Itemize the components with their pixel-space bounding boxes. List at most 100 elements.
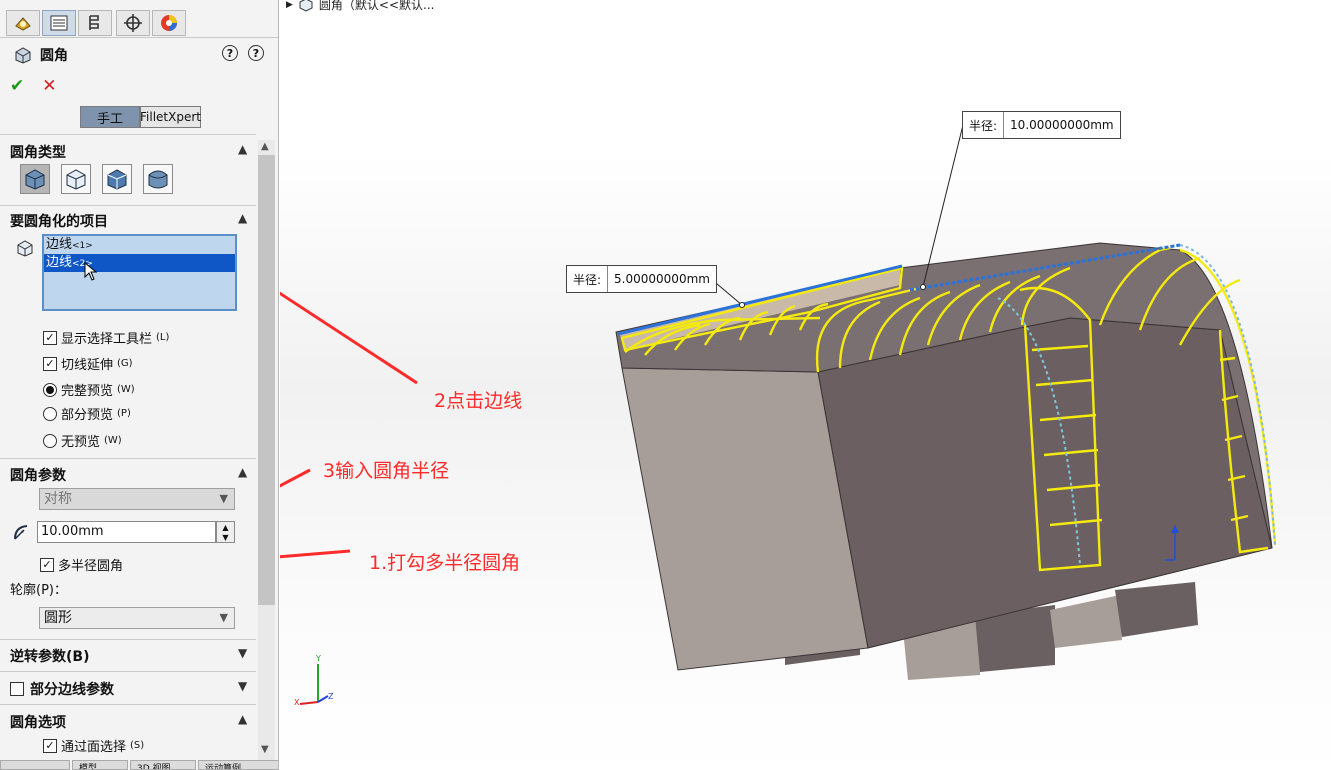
help-icons: ? ? <box>222 45 264 61</box>
help-icon[interactable]: ? <box>248 45 264 61</box>
option-shortcut: (G) <box>117 358 133 369</box>
combo-value: 圆形 <box>44 610 72 626</box>
cancel-x-icon[interactable]: ✕ <box>42 76 56 96</box>
multi-radius-option[interactable]: ✓ 多半径圆角 <box>40 555 123 574</box>
detailed-help-icon[interactable]: ? <box>222 45 238 61</box>
variable-size-fillet-button[interactable] <box>61 164 91 194</box>
section-divider <box>0 134 256 135</box>
chevron-up-icon[interactable]: ▲ <box>238 142 247 156</box>
checkbox-checked-icon[interactable]: ✓ <box>43 330 57 345</box>
scroll-up-icon[interactable]: ▲ <box>261 141 269 152</box>
option-label: 显示选择工具栏 <box>61 332 153 347</box>
radius-input[interactable]: 10.00mm <box>37 521 216 543</box>
chevron-up-icon[interactable]: ▲ <box>238 465 247 479</box>
option-label: 多半径圆角 <box>58 559 124 574</box>
chevron-down-icon: ▼ <box>219 492 228 505</box>
radius-callout-5mm[interactable]: 半径: 5.00000000mm <box>566 265 717 293</box>
constant-fillet-icon <box>25 169 45 190</box>
reverse-parameters-header[interactable]: 逆转参数(B) <box>10 646 89 666</box>
checkbox-checked-icon[interactable]: ✓ <box>40 557 54 572</box>
annotation-step-1: 1.打勾多半径圆角 <box>369 552 521 574</box>
chevron-up-icon[interactable]: ▲ <box>238 712 247 726</box>
partial-edge-params-row[interactable]: 部分边线参数 <box>10 679 114 699</box>
fillet-mode-switch: 手工 FilletXpert <box>80 106 201 128</box>
crosshair-icon <box>124 14 142 32</box>
manager-tabs <box>0 8 278 38</box>
edge-label: 边线 <box>46 255 73 270</box>
configuration-icon <box>89 15 99 30</box>
chevron-down-icon[interactable]: ▼ <box>238 679 247 693</box>
option-label: 部分预览 <box>61 408 114 423</box>
radio-selected-icon[interactable] <box>43 382 57 397</box>
configuration-manager-tab[interactable] <box>78 10 112 36</box>
items-to-fillet-header[interactable]: 要圆角化的项目 <box>10 211 108 231</box>
full-round-fillet-icon <box>148 170 168 189</box>
appearance-pie-icon <box>161 15 177 31</box>
radio-unselected-icon[interactable] <box>43 406 57 421</box>
no-preview-option[interactable]: 无预览 (W) <box>43 431 122 450</box>
list-item[interactable]: 边线<1> <box>44 236 235 254</box>
tab-motion-study[interactable]: 运动算例 <box>198 760 278 770</box>
partial-edge-params-header: 部分边线参数 <box>30 682 114 698</box>
scroll-down-icon[interactable]: ▼ <box>261 744 269 755</box>
spin-down-icon[interactable]: ▼ <box>222 533 228 542</box>
constant-size-fillet-button[interactable] <box>20 164 50 194</box>
select-through-faces-option[interactable]: ✓ 通过面选择 (S) <box>43 736 144 755</box>
tab-model[interactable]: 模型 <box>72 760 128 770</box>
graphics-viewport[interactable]: ▶ 圆角（默认<<默认... 半径: 10.00000000mm 半径: 5.0… <box>280 0 1331 770</box>
triad-y-label: Y <box>316 654 321 663</box>
chevron-up-icon[interactable]: ▲ <box>238 211 247 225</box>
feature-manager-tab[interactable] <box>6 10 40 36</box>
feature-tree-icon <box>15 17 31 31</box>
fillet-type-header[interactable]: 圆角类型 <box>10 142 66 162</box>
callout-anchor <box>920 284 926 290</box>
full-preview-option[interactable]: 完整预览 (W) <box>43 380 135 399</box>
triad-x-label: X <box>294 698 300 707</box>
display-manager-tab[interactable] <box>152 10 186 36</box>
show-selection-toolbar-option[interactable]: ✓ 显示选择工具栏 (L) <box>43 328 169 347</box>
callout-value[interactable]: 10.00000000mm <box>1004 112 1120 138</box>
ok-cancel-row: ✔ ✕ <box>10 76 57 96</box>
checkbox-checked-icon[interactable]: ✓ <box>43 356 57 371</box>
radio-unselected-icon[interactable] <box>43 433 57 448</box>
chevron-down-icon[interactable]: ▼ <box>238 646 247 660</box>
bottom-block <box>1050 595 1122 648</box>
section-divider <box>0 671 256 672</box>
manual-mode-button[interactable]: 手工 <box>80 106 140 128</box>
tab-3d-views[interactable]: 3D 视图 <box>130 760 196 770</box>
tab-blank[interactable] <box>0 760 70 770</box>
option-shortcut: (P) <box>117 408 131 419</box>
symmetric-combo[interactable]: 对称 ▼ <box>39 488 235 510</box>
full-round-fillet-button[interactable] <box>143 164 173 194</box>
radius-value: 10.00mm <box>41 524 104 539</box>
checkbox-unchecked-icon[interactable] <box>10 682 24 696</box>
property-manager-tab[interactable] <box>42 10 76 36</box>
spin-up-icon[interactable]: ▲ <box>222 523 228 532</box>
partial-preview-option[interactable]: 部分预览 (P) <box>43 404 131 423</box>
model-view <box>280 124 1277 680</box>
mouse-cursor-icon <box>84 262 98 281</box>
edge-label: 边线 <box>46 237 73 252</box>
fillet-options-header[interactable]: 圆角选项 <box>10 712 66 732</box>
panel-scrollbar-thumb[interactable] <box>258 155 275 605</box>
checkbox-checked-icon[interactable]: ✓ <box>43 738 57 753</box>
tangent-propagation-option[interactable]: ✓ 切线延伸 (G) <box>43 354 133 373</box>
feature-title: 圆角 <box>14 45 68 65</box>
option-shortcut: (S) <box>130 740 145 751</box>
annotation-step-2: 2点击边线 <box>434 390 523 412</box>
edges-selection-list[interactable]: 边线<1> 边线<2> <box>42 234 237 311</box>
fillet-type-buttons <box>20 164 173 194</box>
filletxpert-mode-button[interactable]: FilletXpert <box>140 106 201 128</box>
annotation-step-3: 3输入圆角半径 <box>323 460 450 482</box>
feature-title-text: 圆角 <box>40 48 68 64</box>
option-label: 通过面选择 <box>61 740 127 755</box>
list-item[interactable]: 边线<2> <box>44 254 235 272</box>
face-fillet-button[interactable] <box>102 164 132 194</box>
radius-spinner[interactable]: ▲ ▼ <box>216 521 235 543</box>
radius-callout-10mm[interactable]: 半径: 10.00000000mm <box>962 111 1121 139</box>
profile-combo[interactable]: 圆形 ▼ <box>39 607 235 629</box>
ok-check-icon[interactable]: ✔ <box>10 76 24 96</box>
callout-value[interactable]: 5.00000000mm <box>608 266 716 292</box>
dimxpert-manager-tab[interactable] <box>116 10 150 36</box>
fillet-parameters-header[interactable]: 圆角参数 <box>10 465 66 485</box>
